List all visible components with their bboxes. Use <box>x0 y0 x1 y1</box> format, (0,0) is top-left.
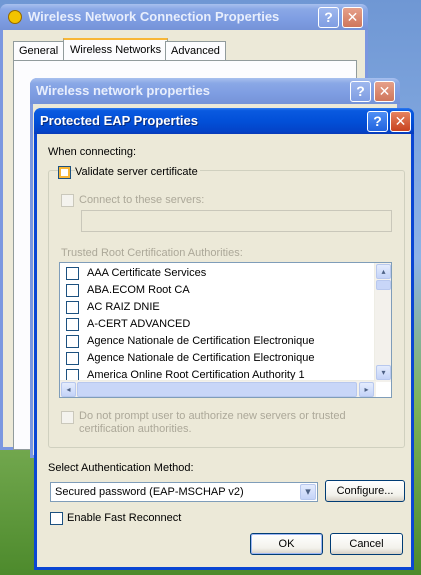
window-title: Wireless network properties <box>36 83 210 98</box>
window-title: Wireless Network Connection Properties <box>28 9 280 24</box>
scroll-thumb[interactable] <box>376 280 391 290</box>
cert-name: AC RAIZ DNIE <box>87 301 160 313</box>
window-title: Protected EAP Properties <box>40 113 198 128</box>
tab-advanced[interactable]: Advanced <box>165 41 226 60</box>
cert-checkbox[interactable] <box>66 284 79 297</box>
horizontal-scrollbar[interactable]: ◂ ▸ <box>60 380 376 397</box>
tab-general[interactable]: General <box>13 41 65 60</box>
chevron-down-icon[interactable]: ▾ <box>300 484 316 500</box>
cert-listbox[interactable]: AAA Certificate Services ABA.ECOM Root C… <box>59 262 392 398</box>
validate-cert-checkbox[interactable] <box>58 166 71 179</box>
titlebar-connection-properties[interactable]: Wireless Network Connection Properties ?… <box>0 4 368 30</box>
close-button[interactable]: ✕ <box>342 7 363 28</box>
no-prompt-checkbox[interactable] <box>61 411 74 424</box>
fast-reconnect-checkbox[interactable] <box>50 512 63 525</box>
validate-cert-label: Validate server certificate <box>75 166 200 178</box>
help-button[interactable]: ? <box>318 7 339 28</box>
cert-name: A-CERT ADVANCED <box>87 318 191 330</box>
cancel-button[interactable]: Cancel <box>330 533 403 555</box>
tab-wireless-networks[interactable]: Wireless Networks <box>63 38 169 60</box>
scroll-up-icon[interactable]: ▴ <box>376 264 391 279</box>
cert-checkbox[interactable] <box>66 352 79 365</box>
network-icon <box>8 10 22 24</box>
cert-checkbox[interactable] <box>66 301 79 314</box>
close-button[interactable]: ✕ <box>390 111 411 132</box>
scroll-down-icon[interactable]: ▾ <box>376 365 391 380</box>
vertical-scrollbar[interactable]: ▴ ▾ <box>374 263 391 382</box>
fast-reconnect-label: Enable Fast Reconnect <box>67 512 182 524</box>
when-connecting-label: When connecting: <box>48 146 137 158</box>
close-button[interactable]: ✕ <box>374 81 395 102</box>
scroll-left-icon[interactable]: ◂ <box>61 382 76 397</box>
cert-checkbox[interactable] <box>66 318 79 331</box>
help-button[interactable]: ? <box>350 81 371 102</box>
servers-input[interactable] <box>81 210 392 232</box>
auth-method-value: Secured password (EAP-MSCHAP v2) <box>55 486 244 498</box>
configure-button[interactable]: Configure... <box>325 480 405 502</box>
cert-name: Agence Nationale de Certification Electr… <box>87 335 315 347</box>
ok-button[interactable]: OK <box>250 533 323 555</box>
trusted-root-label: Trusted Root Certification Authorities: <box>61 247 243 259</box>
scroll-thumb-horizontal[interactable] <box>77 382 357 397</box>
help-button[interactable]: ? <box>367 111 388 132</box>
cert-name: AAA Certificate Services <box>87 267 207 279</box>
dialog-body: When connecting: Validate server certifi… <box>37 134 411 567</box>
cert-checkbox[interactable] <box>66 267 79 280</box>
cert-name: ABA.ECOM Root CA <box>87 284 190 296</box>
connect-servers-label: Connect to these servers: <box>79 194 205 206</box>
auth-method-select[interactable]: Secured password (EAP-MSCHAP v2) ▾ <box>50 482 318 502</box>
scroll-right-icon[interactable]: ▸ <box>359 382 374 397</box>
titlebar-wireless-network-properties[interactable]: Wireless network properties ? ✕ <box>30 78 400 104</box>
select-auth-label: Select Authentication Method: <box>48 462 194 474</box>
connect-servers-checkbox[interactable] <box>61 194 74 207</box>
cert-checkbox[interactable] <box>66 335 79 348</box>
window-peap-properties: Protected EAP Properties ? ✕ When connec… <box>34 108 414 570</box>
no-prompt-label: Do not prompt user to authorize new serv… <box>79 410 346 435</box>
titlebar-peap-properties[interactable]: Protected EAP Properties ? ✕ <box>34 108 414 134</box>
cert-name: Agence Nationale de Certification Electr… <box>87 352 315 364</box>
